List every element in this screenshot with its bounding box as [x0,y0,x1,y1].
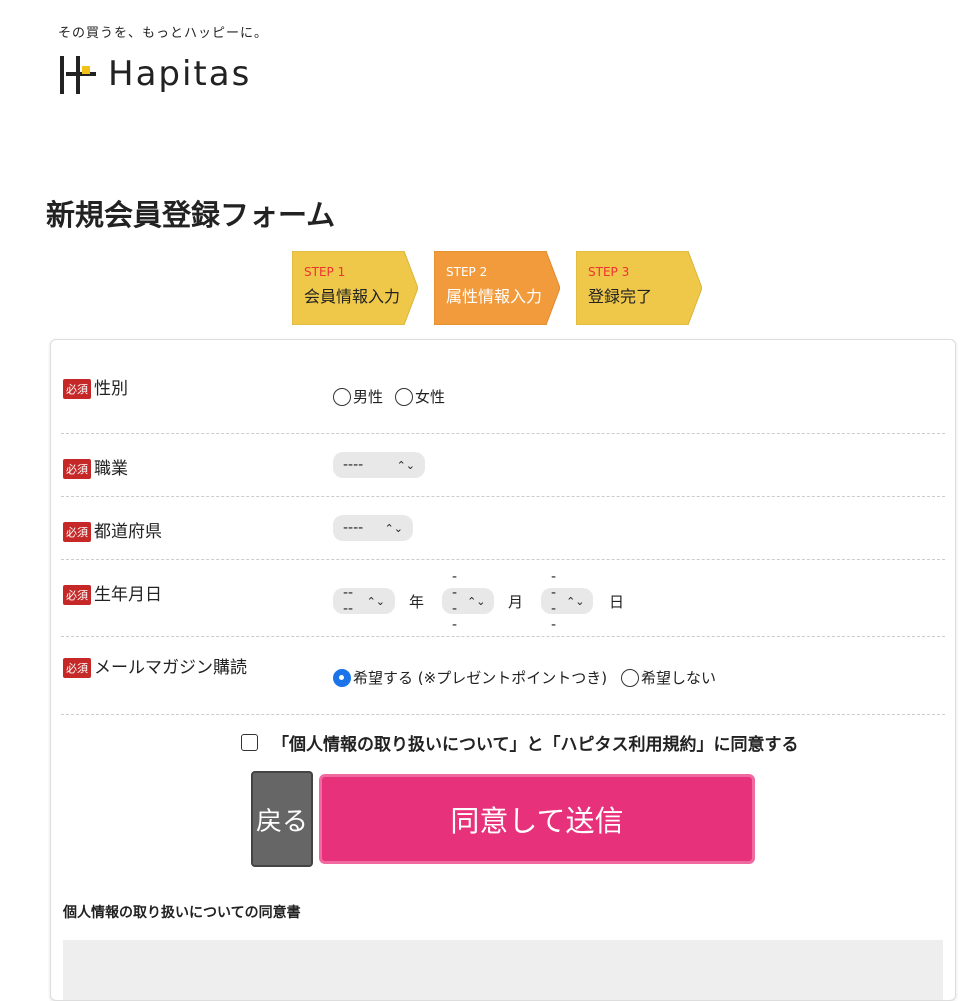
prefecture-value: ---- [343,520,364,536]
consent-heading: 個人情報の取り扱いについての同意書 [63,905,301,921]
agree-terms[interactable]: 「個人情報の取り扱いについて」と「ハピタス利用規約」に同意する [241,730,799,755]
newsletter-yes-radio[interactable] [333,668,351,687]
gender-female-label[interactable]: 女性 [415,386,445,407]
newsletter-label: メールマガジン購読 [94,658,247,678]
chevron-updown-icon: ⌃⌄ [366,594,385,608]
agree-checkbox[interactable] [241,734,258,751]
chevron-updown-icon: ⌃⌄ [396,458,415,472]
birth-month-value: ---- [452,569,458,633]
step-2-number: STEP 2 [446,265,488,279]
step-indicator: STEP 1 会員情報入力 STEP 2 属性情報入力 STEP 3 登録完了 [292,251,718,325]
prefecture-label: 都道府県 [94,522,162,542]
hapitas-logo-icon [58,52,102,96]
chevron-updown-icon: ⌃⌄ [566,594,585,608]
page-title: 新規会員登録フォーム [46,198,336,232]
consent-text-area[interactable] [63,940,943,1000]
step-3: STEP 3 登録完了 [576,251,702,325]
prefecture-select[interactable]: ---- ⌃⌄ [333,515,413,541]
month-unit: 月 [508,592,524,611]
submit-button[interactable]: 同意して送信 [319,774,755,864]
registration-form: 必須 性別 男性 女性 必須 職業 ---- ⌃⌄ 必須 都道府県 ---- ⌃⌄ [50,339,956,1001]
birthdate-row: 必須 生年月日 ---- ⌃⌄ 年 ---- ⌃⌄ 月 ---- ⌃⌄ 日 [61,560,945,637]
back-button[interactable]: 戻る [251,771,313,867]
occupation-label: 職業 [94,459,128,479]
step-2: STEP 2 属性情報入力 [434,251,560,325]
required-badge: 必須 [63,658,91,678]
step-2-name: 属性情報入力 [446,287,543,306]
prefecture-row: 必須 都道府県 ---- ⌃⌄ [61,497,945,560]
logo-text: Hapitas [108,54,252,94]
tagline: その買うを、もっとハッピーに。 [58,26,269,41]
required-badge: 必須 [63,522,91,542]
step-1-number: STEP 1 [304,265,346,279]
occupation-select[interactable]: ---- ⌃⌄ [333,452,425,478]
birth-month-select[interactable]: ---- ⌃⌄ [442,569,495,633]
occupation-value: ---- [343,457,364,473]
step-1: STEP 1 会員情報入力 [292,251,418,325]
newsletter-no-radio[interactable] [621,668,640,687]
birthdate-label: 生年月日 [94,585,162,605]
gender-male-radio[interactable] [333,387,351,406]
required-badge: 必須 [63,585,91,605]
agree-text[interactable]: 「個人情報の取り扱いについて」と「ハピタス利用規約」に同意する [272,730,799,755]
required-badge: 必須 [63,459,91,479]
gender-row: 必須 性別 男性 女性 [61,340,945,434]
newsletter-yes-label[interactable]: 希望する (※プレゼントポイントつき) [353,667,607,688]
hapitas-logo[interactable]: Hapitas [58,52,251,96]
required-badge: 必須 [63,379,91,399]
birth-day-select[interactable]: ---- ⌃⌄ [541,569,594,633]
gender-field: 男性 女性 [333,386,445,407]
birth-year-select[interactable]: ---- ⌃⌄ [333,585,395,617]
step-1-name: 会員情報入力 [304,287,401,306]
year-unit: 年 [409,592,425,611]
gender-male-label[interactable]: 男性 [353,386,383,407]
gender-label: 性別 [94,379,128,399]
newsletter-no-label[interactable]: 希望しない [641,667,716,688]
step-3-number: STEP 3 [588,265,630,279]
step-3-name: 登録完了 [588,287,653,306]
birth-year-value: ---- [343,585,354,617]
chevron-updown-icon: ⌃⌄ [384,521,403,535]
occupation-row: 必須 職業 ---- ⌃⌄ [61,434,945,497]
gender-female-radio[interactable] [395,387,414,406]
chevron-updown-icon: ⌃⌄ [467,594,486,608]
newsletter-row: 必須 メールマガジン購読 希望する (※プレゼントポイントつき) 希望しない [61,637,945,715]
day-unit: 日 [609,592,625,611]
birth-day-value: ---- [551,569,557,633]
